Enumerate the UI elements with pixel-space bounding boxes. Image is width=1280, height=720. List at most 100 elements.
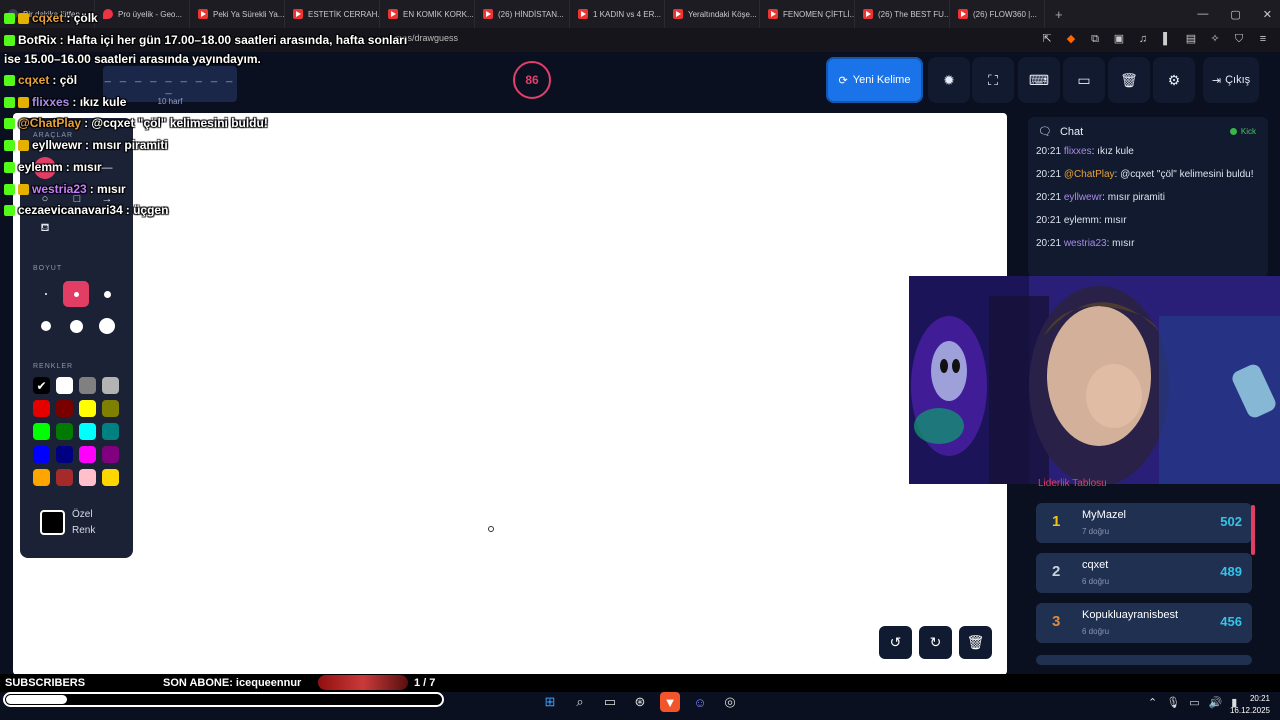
browser-tab[interactable]: ESTETİK CERRAH... — [285, 0, 380, 28]
color-swatch[interactable] — [56, 377, 73, 394]
color-swatch[interactable] — [102, 446, 119, 463]
delete-button[interactable]: 🗑 — [1108, 57, 1150, 103]
screenshot-icon[interactable]: ▣ — [1112, 32, 1126, 46]
custom-color-picker[interactable] — [40, 510, 65, 535]
system-clock[interactable]: 20:21 16.12.2025 — [1230, 693, 1270, 717]
fill-tool[interactable]: ⛾ — [34, 218, 56, 240]
browser-tab[interactable]: Pro üyelik - Geo... — [95, 0, 190, 28]
gear-icon: ✹ — [943, 71, 955, 88]
kick-badge-icon — [4, 183, 15, 195]
color-swatch[interactable] — [56, 423, 73, 440]
sidebar-icon[interactable]: ▌ — [1160, 32, 1174, 46]
size-3[interactable] — [96, 283, 118, 305]
kick-badge-icon — [4, 96, 15, 108]
tab-label: Pro üyelik - Geo... — [118, 9, 183, 19]
size-1[interactable] — [35, 283, 57, 305]
size-4[interactable] — [35, 315, 57, 337]
leo-icon[interactable]: ✧ — [1208, 32, 1222, 46]
fullscreen-button[interactable]: ⛶ — [972, 57, 1014, 103]
overlay-username: eyllwewr — [32, 138, 83, 152]
color-swatch[interactable] — [102, 469, 119, 486]
browser-tab[interactable]: (26) HİNDİSTAN... — [475, 0, 570, 28]
browser-tab[interactable]: Peki Ya Sürekli Ya... — [190, 0, 285, 28]
archive-button[interactable]: ▭ — [1063, 57, 1105, 103]
volume-icon[interactable]: 🔊 — [1209, 696, 1223, 709]
browser-tab[interactable]: 1 KADIN vs 4 ER... — [570, 0, 665, 28]
color-swatch[interactable] — [33, 400, 50, 417]
color-swatch[interactable] — [79, 400, 96, 417]
discord-icon[interactable]: ☺ — [690, 692, 710, 712]
browser-tab[interactable]: EN KOMİK KORK... — [380, 0, 475, 28]
clock-time: 20:21 — [1249, 694, 1270, 703]
chevron-up-icon[interactable]: ⌃ — [1148, 696, 1157, 709]
menu-icon[interactable]: ≡ — [1256, 32, 1270, 46]
browser-tab[interactable]: (26) The BEST FU... — [855, 0, 950, 28]
vpn-icon[interactable]: ⛉ — [1232, 32, 1246, 46]
color-swatch[interactable] — [79, 446, 96, 463]
size-5[interactable] — [65, 315, 87, 337]
exit-button[interactable]: ⇥ Çıkış — [1203, 57, 1259, 103]
extensions-icon[interactable]: ⧉ — [1088, 32, 1102, 46]
minimize-icon[interactable]: — — [1197, 8, 1208, 20]
keyboard-button[interactable]: ⌨ — [1018, 57, 1060, 103]
browser-tab[interactable]: (26) FLOW360 |... — [950, 0, 1045, 28]
shield-icon[interactable]: ◆ — [1064, 32, 1078, 46]
overlay-chat-line: cqxet: çölk — [4, 11, 98, 25]
microphone-icon[interactable]: 🎙 — [1166, 696, 1180, 709]
overlay-chat-line: eylemm: mısır — [4, 160, 102, 174]
youtube-icon — [388, 9, 398, 19]
color-swatch[interactable] — [79, 377, 96, 394]
chat-username[interactable]: eylemm — [1064, 215, 1099, 226]
color-swatch[interactable] — [102, 423, 119, 440]
new-tab-button[interactable]: + — [1055, 7, 1063, 22]
drawing-canvas[interactable] — [13, 113, 1007, 675]
color-swatch[interactable]: ✔ — [33, 377, 50, 394]
browser-tab[interactable]: FENOMEN ÇİFTLİ... — [760, 0, 855, 28]
chatgpt-icon[interactable]: ⊛ — [630, 692, 650, 712]
close-icon[interactable]: ✕ — [1263, 8, 1272, 21]
settings-gear-button[interactable]: ✹ — [928, 57, 970, 103]
screen: Bir dakika lütfen... Pro üyelik - Geo... P… — [0, 0, 1280, 720]
browser-toolbar-icons: ⇱ ◆ ⧉ ▣ ♫ ▌ ▤ ✧ ⛉ ≡ — [1040, 32, 1270, 46]
chat-username[interactable]: eyllwewr — [1064, 192, 1102, 203]
color-swatch[interactable] — [102, 377, 119, 394]
display-icon[interactable]: ▭ — [1189, 696, 1199, 709]
color-swatch[interactable] — [56, 446, 73, 463]
chat-username[interactable]: westria23 — [1064, 238, 1107, 249]
chat-username[interactable]: @ChatPlay — [1064, 169, 1115, 180]
file-explorer-icon[interactable]: ▭ — [600, 692, 620, 712]
color-swatch[interactable] — [79, 469, 96, 486]
clear-canvas-button[interactable]: 🗑 — [959, 626, 992, 659]
chat-username[interactable]: flixxes — [1064, 146, 1092, 157]
leaderboard-scrollbar[interactable] — [1251, 505, 1255, 555]
size-2[interactable] — [63, 281, 89, 307]
search-icon[interactable]: ⌕ — [570, 692, 590, 712]
maximize-icon[interactable]: ▢ — [1230, 8, 1240, 21]
exit-icon: ⇥ — [1211, 74, 1222, 87]
windows-start-icon[interactable]: ⊞ — [540, 692, 560, 712]
pin-icon — [103, 9, 113, 19]
overlay-username: westria23 — [32, 182, 87, 196]
overlay-username: BotRix — [18, 33, 57, 47]
new-word-button[interactable]: ⟳ Yeni Kelime — [826, 57, 923, 103]
size-6[interactable] — [95, 314, 119, 338]
redo-button[interactable]: ↻ — [919, 626, 952, 659]
wallet-icon[interactable]: ▤ — [1184, 32, 1198, 46]
music-icon[interactable]: ♫ — [1136, 32, 1150, 46]
color-swatch[interactable] — [33, 446, 50, 463]
browser-tab[interactable]: Yeraltındaki Köşe... — [665, 0, 760, 28]
undo-button[interactable]: ↺ — [879, 626, 912, 659]
options-button[interactable]: ⚙ — [1153, 57, 1195, 103]
overlay-chat-line: eyllwewr: mısır piramiti — [4, 138, 168, 152]
obs-icon[interactable]: ◎ — [720, 692, 740, 712]
color-swatch[interactable] — [33, 423, 50, 440]
chat-text: : ıkız kule — [1091, 146, 1134, 157]
color-swatch[interactable] — [33, 469, 50, 486]
brave-icon[interactable]: ▼ — [660, 692, 680, 712]
color-swatch[interactable] — [79, 423, 96, 440]
color-swatch[interactable] — [102, 400, 119, 417]
color-swatch[interactable] — [56, 469, 73, 486]
share-icon[interactable]: ⇱ — [1040, 32, 1054, 46]
cog-icon: ⚙ — [1167, 71, 1181, 88]
color-swatch[interactable] — [56, 400, 73, 417]
